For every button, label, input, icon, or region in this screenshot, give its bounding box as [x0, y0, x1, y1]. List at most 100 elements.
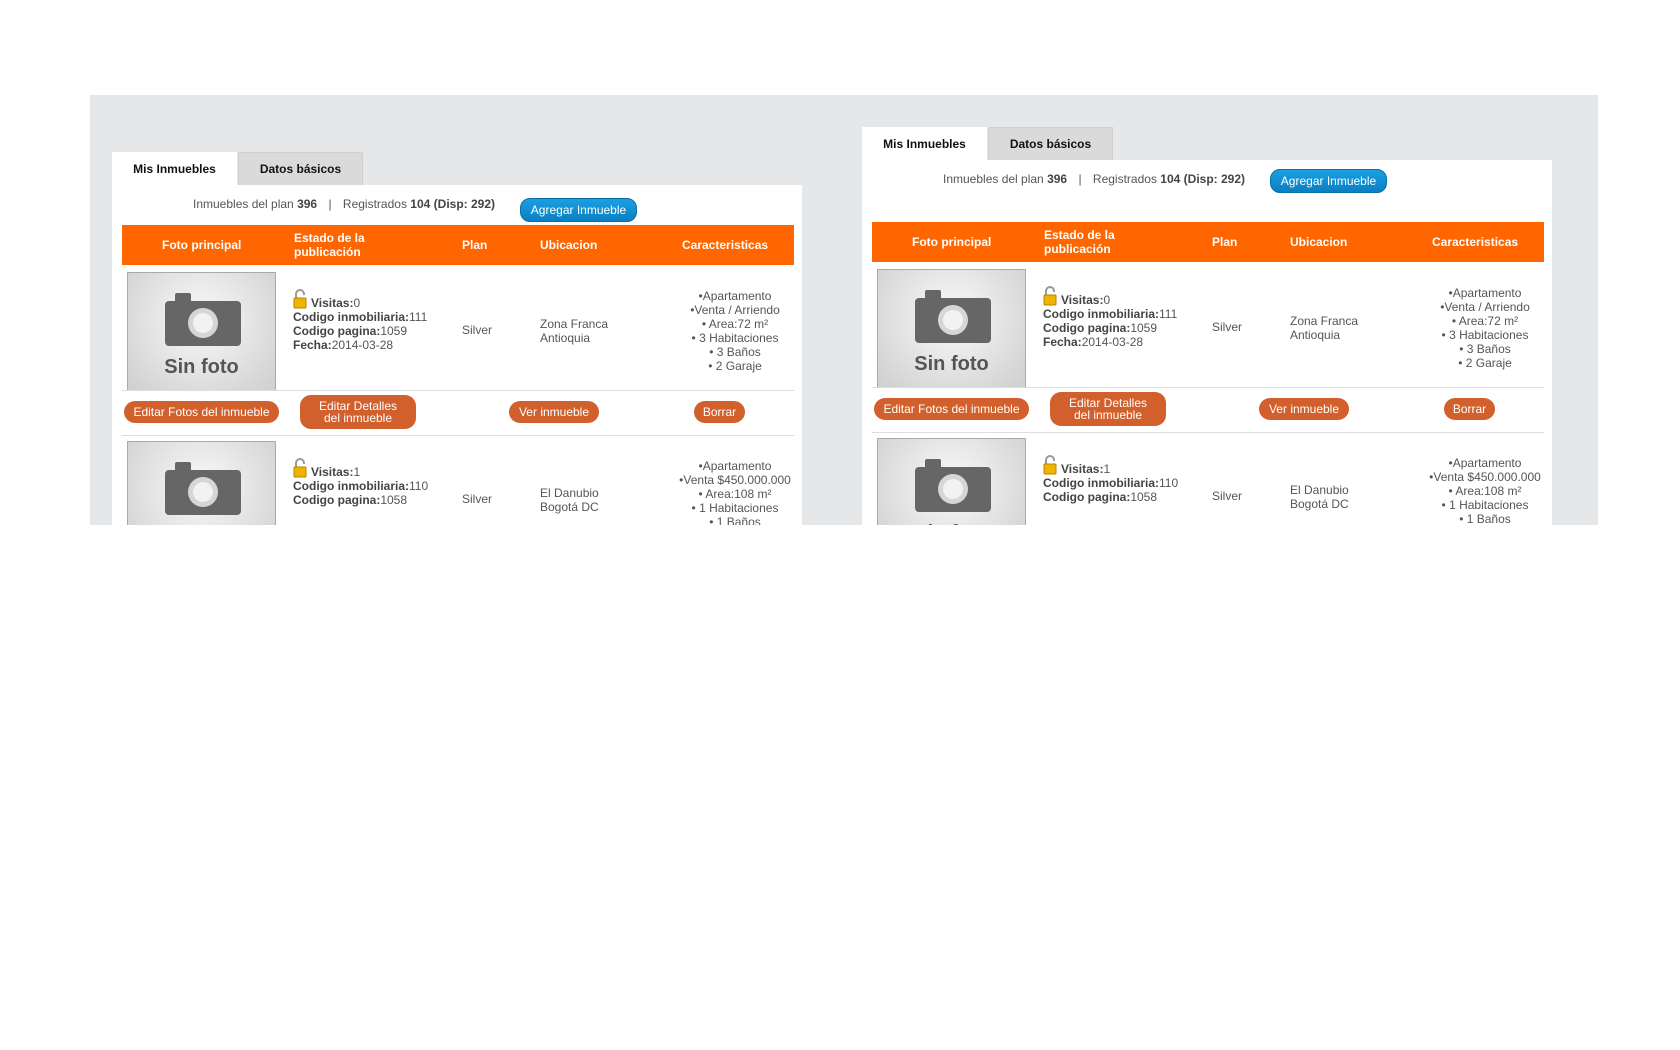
- main-photo-placeholder[interactable]: Sin foto: [127, 441, 276, 525]
- edit-details-button[interactable]: Editar Detalles del inmueble: [300, 395, 416, 429]
- col-header-photo: Foto principal: [912, 235, 992, 249]
- visits-label: Visitas:: [1061, 293, 1104, 307]
- location-region: Bogotá DC: [540, 500, 599, 514]
- delete-button[interactable]: Borrar: [694, 401, 745, 423]
- location-area: Zona Franca: [1290, 314, 1359, 328]
- plan-count: 396: [1047, 172, 1068, 186]
- code-page-value: 1058: [1130, 490, 1158, 504]
- edit-photos-button[interactable]: Editar Fotos del inmueble: [124, 401, 279, 423]
- edit-photos-button[interactable]: Editar Fotos del inmueble: [874, 398, 1029, 420]
- tab-content: Inmuebles del plan 396 | Registrados 104…: [862, 160, 1552, 525]
- table-header: Foto principal Estado de la publicación …: [122, 225, 794, 265]
- screenshot-stage: Mis Inmuebles Datos básicos Inmuebles de…: [90, 95, 1598, 525]
- row-actions: Editar Fotos del inmueble Editar Detalle…: [122, 390, 794, 436]
- main-photo-placeholder[interactable]: Sin foto: [127, 272, 276, 391]
- col-header-photo: Foto principal: [162, 238, 242, 252]
- plan-summary: Inmuebles del plan 396 | Registrados 104…: [943, 172, 1245, 186]
- table-row: Sin foto Visitas:0 Codigo inmobiliaria:1…: [122, 265, 794, 391]
- feature-item: • 3 Baños: [1459, 342, 1511, 356]
- code-page-label: Codigo pagina:: [293, 324, 381, 338]
- feature-item: •Apartamento: [1448, 456, 1522, 470]
- tab-mis-inmuebles[interactable]: Mis Inmuebles: [862, 127, 987, 160]
- unlock-icon[interactable]: [293, 458, 307, 478]
- add-property-button[interactable]: Agregar Inmueble: [1270, 169, 1387, 193]
- unlock-icon[interactable]: [293, 289, 307, 309]
- camera-icon: [915, 290, 991, 343]
- code-agency-label: Codigo inmobiliaria:: [293, 479, 409, 493]
- plan-label: Inmuebles del plan: [943, 172, 1044, 186]
- feature-item: • Area:72 m²: [701, 317, 769, 331]
- location-area: El Danubio: [1290, 483, 1349, 497]
- plan-value: Silver: [462, 323, 493, 337]
- location: Zona Franca Antioquia: [540, 317, 608, 345]
- unlock-icon[interactable]: [1043, 455, 1057, 475]
- tab-datos-basicos[interactable]: Datos básicos: [988, 127, 1113, 160]
- tab-mis-inmuebles[interactable]: Mis Inmuebles: [112, 152, 237, 185]
- code-agency-value: 110: [1159, 476, 1179, 490]
- feature-item: • 1 Habitaciones: [1441, 498, 1529, 512]
- code-agency-value: 111: [409, 310, 428, 324]
- code-page-value: 1059: [380, 324, 408, 338]
- feature-item: • 1 Baños: [709, 515, 761, 525]
- tab-content: Inmuebles del plan 396 | Registrados 104…: [112, 185, 802, 525]
- table-row: Sin foto Visitas:1 Codigo inmobiliaria:1…: [122, 435, 794, 525]
- features-list: •Apartamento •Venta $450.000.000 • Area:…: [1420, 456, 1550, 525]
- col-header-status: Estado de la publicación: [1044, 228, 1115, 256]
- feature-item: •Venta $450.000.000: [1429, 470, 1541, 484]
- location: El Danubio Bogotá DC: [540, 486, 599, 514]
- location-area: Zona Franca: [540, 317, 609, 331]
- feature-item: • Area:108 m²: [1448, 484, 1522, 498]
- no-photo-label: Sin foto: [878, 522, 1025, 525]
- view-property-button[interactable]: Ver inmueble: [509, 401, 599, 423]
- main-photo-placeholder[interactable]: Sin foto: [877, 438, 1026, 525]
- summary-separator: |: [328, 197, 332, 211]
- edit-details-button[interactable]: Editar Detalles del inmueble: [1050, 392, 1166, 426]
- col-header-location: Ubicacion: [1290, 235, 1348, 249]
- unlock-icon[interactable]: [1043, 286, 1057, 306]
- plan-count: 396: [297, 197, 318, 211]
- code-agency-value: 110: [409, 479, 429, 493]
- code-agency-label: Codigo inmobiliaria:: [293, 310, 409, 324]
- view-property-button[interactable]: Ver inmueble: [1259, 398, 1349, 420]
- table-header: Foto principal Estado de la publicación …: [872, 222, 1544, 262]
- feature-item: • 3 Habitaciones: [1441, 328, 1529, 342]
- camera-icon: [915, 459, 991, 512]
- main-photo-placeholder[interactable]: Sin foto: [877, 269, 1026, 388]
- feature-item: • 2 Garaje: [1458, 356, 1512, 370]
- code-agency-label: Codigo inmobiliaria:: [1043, 307, 1159, 321]
- tab-datos-basicos[interactable]: Datos básicos: [238, 152, 363, 185]
- feature-item: •Apartamento: [698, 289, 772, 303]
- col-header-status: Estado de la publicación: [294, 231, 365, 259]
- publication-status: Visitas:1 Codigo inmobiliaria:110 Codigo…: [1043, 455, 1178, 504]
- code-agency-value: 111: [1159, 307, 1178, 321]
- feature-item: • 3 Baños: [709, 345, 761, 359]
- camera-icon: [165, 462, 241, 515]
- camera-icon: [165, 293, 241, 346]
- registered-count: 104: [1160, 172, 1181, 186]
- table-row: Sin foto Visitas:1 Codigo inmobiliaria:1…: [872, 432, 1544, 525]
- date-value: 2014-03-28: [1081, 335, 1144, 349]
- delete-button[interactable]: Borrar: [1444, 398, 1495, 420]
- plan-value: Silver: [1212, 320, 1243, 334]
- no-photo-label: Sin foto: [164, 356, 239, 378]
- visits-value: 0: [353, 296, 361, 310]
- available-count: (Disp: 292): [1183, 172, 1246, 186]
- col-header-plan: Plan: [1212, 235, 1238, 249]
- registered-count: 104: [410, 197, 431, 211]
- feature-item: •Apartamento: [1448, 286, 1522, 300]
- col-header-features: Caracteristicas: [682, 238, 769, 252]
- code-page-label: Codigo pagina:: [1043, 490, 1131, 504]
- publication-status: Visitas:0 Codigo inmobiliaria:111 Codigo…: [1043, 286, 1177, 349]
- add-property-button[interactable]: Agregar Inmueble: [520, 198, 637, 222]
- features-list: •Apartamento •Venta / Arriendo • Area:72…: [1420, 286, 1550, 370]
- code-agency-label: Codigo inmobiliaria:: [1043, 476, 1159, 490]
- feature-item: •Apartamento: [698, 459, 772, 473]
- code-page-value: 1058: [380, 493, 408, 507]
- feature-item: • 2 Garaje: [708, 359, 762, 373]
- feature-item: • Area:108 m²: [698, 487, 772, 501]
- date-label: Fecha:: [1043, 335, 1082, 349]
- code-page-label: Codigo pagina:: [293, 493, 381, 507]
- visits-value: 1: [353, 465, 361, 479]
- location-region: Antioquia: [1290, 328, 1341, 342]
- no-photo-label: Sin foto: [914, 353, 989, 375]
